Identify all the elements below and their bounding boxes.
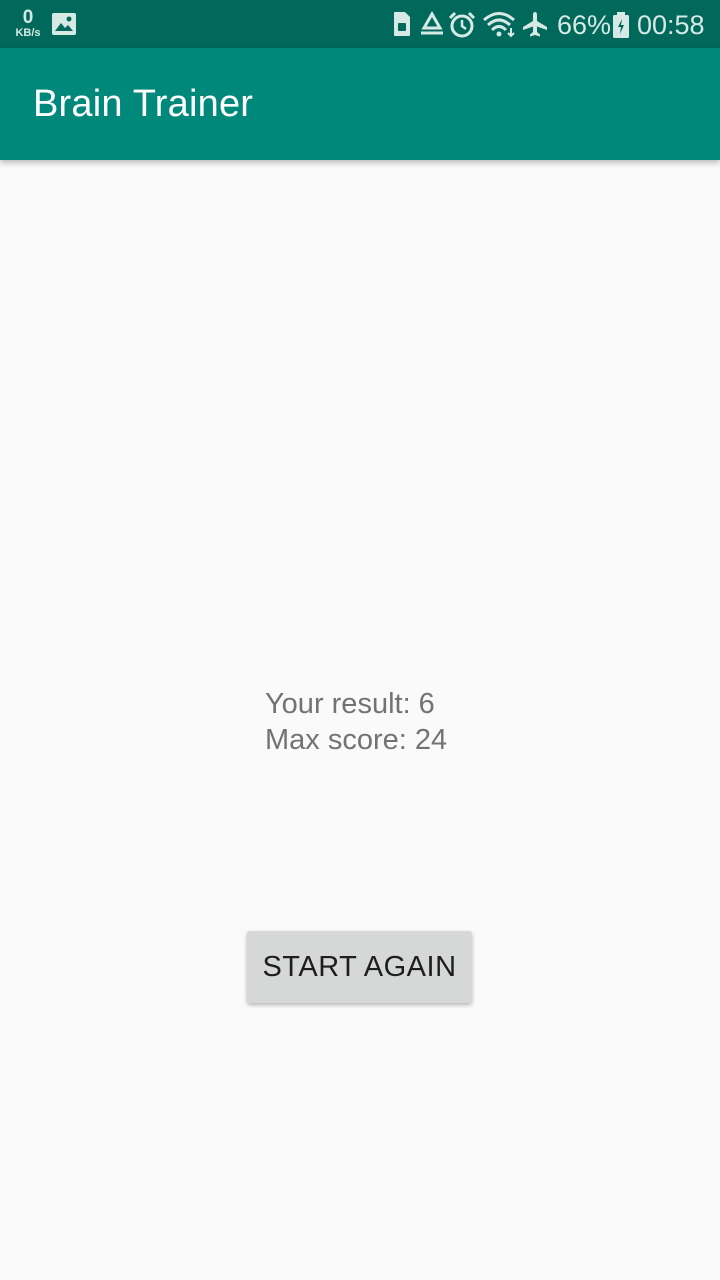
your-result-text: Your result: 6: [265, 688, 435, 720]
max-score-text: Max score: 24: [265, 724, 448, 756]
alarm-icon: [448, 11, 476, 44]
wifi-icon: [482, 10, 518, 43]
sim-card-icon: [392, 11, 412, 42]
airplane-mode-icon: [521, 10, 549, 43]
network-speed-value: 0: [22, 7, 34, 28]
result-panel: Your result: 6 Max score: 24: [265, 686, 447, 758]
app-bar: Brain Trainer: [0, 48, 720, 160]
status-bar: 0 KB/s 66% 00:58: [0, 0, 720, 48]
recycle-icon: [418, 10, 446, 42]
network-speed-unit: KB/s: [15, 27, 41, 39]
clock: 00:58: [637, 10, 705, 40]
battery-icon: [612, 11, 630, 44]
app-title: Brain Trainer: [33, 83, 254, 125]
start-again-button[interactable]: START AGAIN: [247, 931, 472, 1003]
image-icon: [51, 12, 77, 41]
battery-percent: 66%: [557, 10, 612, 40]
network-speed-indicator: 0 KB/s: [12, 8, 44, 39]
